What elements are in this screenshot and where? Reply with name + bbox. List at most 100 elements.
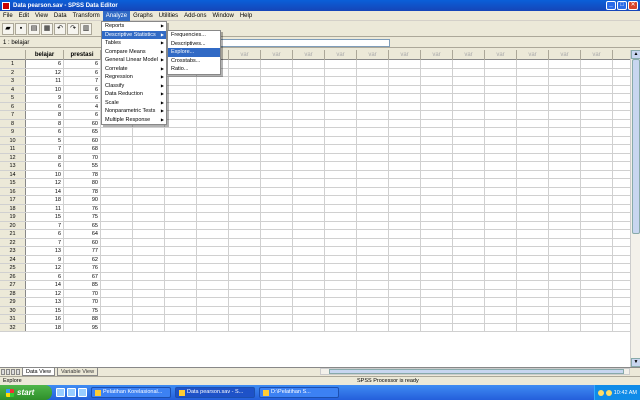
empty-cell[interactable] [293, 213, 325, 221]
menu-window[interactable]: Window [209, 11, 236, 21]
empty-cell[interactable] [101, 247, 133, 255]
empty-cell[interactable] [293, 162, 325, 170]
empty-cell[interactable] [293, 119, 325, 127]
cell-belajar[interactable]: 6 [26, 128, 64, 136]
empty-cell[interactable] [421, 145, 453, 153]
empty-cell[interactable] [549, 264, 581, 272]
empty-cell[interactable] [549, 255, 581, 263]
row-number[interactable]: 26 [0, 272, 26, 280]
empty-cell[interactable] [517, 68, 549, 76]
empty-cell[interactable] [517, 264, 549, 272]
empty-cell[interactable] [581, 77, 613, 85]
empty-cell[interactable] [165, 145, 197, 153]
empty-cell[interactable] [389, 153, 421, 161]
cell-belajar[interactable]: 6 [26, 272, 64, 280]
menu-item-frequencies[interactable]: Frequencies... [168, 31, 220, 40]
empty-cell[interactable] [485, 289, 517, 297]
empty-cell[interactable] [165, 119, 197, 127]
empty-cell[interactable] [581, 153, 613, 161]
empty-cell[interactable] [421, 221, 453, 229]
empty-cell[interactable] [197, 323, 229, 331]
empty-cell[interactable] [261, 238, 293, 246]
open-icon[interactable]: ▰ [2, 22, 14, 35]
empty-cell[interactable] [549, 272, 581, 280]
empty-cell[interactable] [293, 179, 325, 187]
empty-cell[interactable] [101, 136, 133, 144]
empty-cell[interactable] [325, 272, 357, 280]
empty-cell[interactable] [421, 179, 453, 187]
cell-belajar[interactable]: 9 [26, 255, 64, 263]
empty-cell[interactable] [517, 128, 549, 136]
empty-cell[interactable] [197, 187, 229, 195]
empty-cell[interactable] [325, 136, 357, 144]
empty-cell[interactable] [197, 204, 229, 212]
empty-cell[interactable] [293, 153, 325, 161]
empty-cell[interactable] [325, 247, 357, 255]
empty-cell[interactable] [485, 281, 517, 289]
empty-cell[interactable] [293, 85, 325, 93]
empty-cell[interactable] [357, 179, 389, 187]
empty-cell[interactable] [581, 85, 613, 93]
empty-cell[interactable] [293, 298, 325, 306]
empty-cell[interactable] [229, 221, 261, 229]
empty-cell[interactable] [261, 221, 293, 229]
empty-cell[interactable] [357, 204, 389, 212]
empty-cell[interactable] [229, 306, 261, 314]
row-number[interactable]: 31 [0, 315, 26, 323]
empty-cell[interactable] [421, 111, 453, 119]
empty-cell[interactable] [165, 247, 197, 255]
empty-cell[interactable] [581, 68, 613, 76]
cell-belajar[interactable]: 5 [26, 136, 64, 144]
empty-cell[interactable] [165, 306, 197, 314]
cell-prestasi[interactable]: 70 [64, 153, 101, 161]
empty-cell[interactable] [485, 204, 517, 212]
print-icon[interactable]: ▤ [28, 22, 40, 35]
empty-cell[interactable] [261, 204, 293, 212]
cell-prestasi[interactable]: 80 [64, 179, 101, 187]
empty-cell[interactable] [485, 196, 517, 204]
empty-cell[interactable] [325, 230, 357, 238]
empty-cell[interactable] [421, 187, 453, 195]
maximize-button[interactable]: □ [617, 1, 627, 10]
menu-item-multiple-response[interactable]: Multiple Response ▶ [102, 116, 166, 125]
empty-cell[interactable] [165, 323, 197, 331]
empty-cell[interactable] [581, 102, 613, 110]
cell-belajar[interactable]: 7 [26, 221, 64, 229]
empty-cell[interactable] [261, 102, 293, 110]
empty-cell[interactable] [357, 323, 389, 331]
empty-cell[interactable] [485, 111, 517, 119]
empty-cell[interactable] [133, 315, 165, 323]
empty-cell[interactable] [325, 60, 357, 68]
empty-cell[interactable] [229, 68, 261, 76]
empty-cell[interactable] [357, 102, 389, 110]
cell-prestasi[interactable]: 65 [64, 128, 101, 136]
empty-cell[interactable] [453, 68, 485, 76]
cell-prestasi[interactable]: 67 [64, 272, 101, 280]
cell-belajar[interactable]: 15 [26, 306, 64, 314]
empty-cell[interactable] [325, 170, 357, 178]
empty-cell[interactable] [261, 179, 293, 187]
empty-cell[interactable] [581, 289, 613, 297]
empty-cell[interactable] [197, 230, 229, 238]
empty-cell[interactable] [485, 230, 517, 238]
empty-cell[interactable] [357, 111, 389, 119]
empty-cell[interactable] [197, 170, 229, 178]
empty-cell[interactable] [453, 315, 485, 323]
empty-cell[interactable] [165, 230, 197, 238]
empty-cell[interactable] [549, 281, 581, 289]
menu-item-regression[interactable]: Regression ▶ [102, 73, 166, 82]
empty-cell[interactable] [325, 187, 357, 195]
empty-cell[interactable] [229, 153, 261, 161]
empty-cell[interactable] [581, 94, 613, 102]
cell-belajar[interactable]: 6 [26, 230, 64, 238]
empty-cell[interactable] [421, 170, 453, 178]
empty-cell[interactable] [421, 298, 453, 306]
goto-chart-icon[interactable]: ▥ [80, 22, 92, 35]
empty-cell[interactable] [389, 187, 421, 195]
empty-cell[interactable] [453, 281, 485, 289]
empty-cell[interactable] [389, 145, 421, 153]
empty-cell[interactable] [549, 94, 581, 102]
empty-cell[interactable] [389, 119, 421, 127]
empty-cell[interactable] [261, 136, 293, 144]
save-icon[interactable]: ▪ [15, 22, 27, 35]
